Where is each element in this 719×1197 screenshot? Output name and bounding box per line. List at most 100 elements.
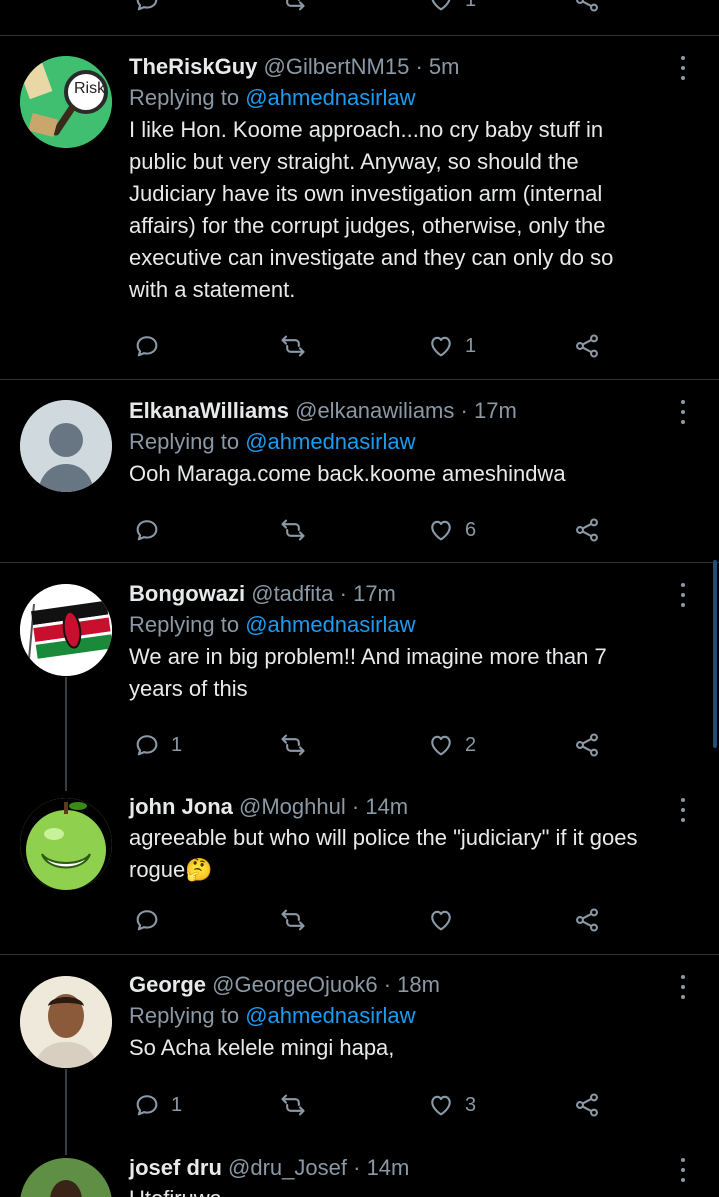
more-options-button[interactable]	[673, 56, 693, 80]
timestamp[interactable]: 5m	[429, 54, 460, 79]
share-button[interactable]	[573, 729, 601, 761]
retweet-icon	[279, 516, 307, 544]
retweet-button[interactable]	[279, 904, 307, 936]
partial-action-row: 1	[129, 0, 609, 16]
user-photo-icon	[20, 1158, 112, 1197]
tweet-text: agreeable but who will police the "judic…	[129, 825, 638, 882]
share-icon	[573, 332, 601, 360]
tweet-header: josef dru @dru_Josef · 14m	[129, 1155, 410, 1180]
share-icon	[573, 906, 601, 934]
tweet-header: George @GeorgeOjuok6 · 18m	[129, 972, 440, 997]
apple-avatar-icon	[20, 798, 112, 890]
user-handle[interactable]: @Moghhul	[239, 794, 346, 819]
share-button[interactable]	[573, 514, 601, 546]
reply-button[interactable]	[133, 904, 171, 936]
timestamp[interactable]: 14m	[365, 794, 408, 819]
like-button[interactable]: 3	[427, 1089, 476, 1121]
reply-button[interactable]: 1	[133, 1089, 182, 1121]
heart-icon	[427, 906, 455, 934]
like-button[interactable]: 6	[427, 514, 476, 546]
tweet[interactable]: Risk TheRiskGuy @GilbertNM15 · 5m Replyi…	[0, 36, 719, 379]
reply-button[interactable]	[133, 514, 171, 546]
scrollbar[interactable]	[713, 560, 717, 748]
reply-icon	[133, 906, 161, 934]
like-button[interactable]: 1	[427, 0, 476, 16]
reply-count: 1	[171, 733, 183, 756]
like-count: 6	[465, 518, 477, 541]
mention-link[interactable]: @ahmednasirlaw	[245, 429, 415, 454]
tweet[interactable]: josef dru @dru_Josef · 14m Utofiruwa	[0, 1140, 719, 1197]
display-name[interactable]: josef dru	[129, 1155, 222, 1180]
display-name[interactable]: George	[129, 972, 206, 997]
user-handle[interactable]: @elkanawiliams	[295, 398, 454, 423]
tweet-header: ElkanaWilliams @elkanawiliams · 17m	[129, 398, 517, 423]
tweet[interactable]: George @GeorgeOjuok6 · 18m Replying to @…	[0, 955, 719, 1155]
avatar[interactable]: Risk	[20, 56, 112, 148]
retweet-button[interactable]	[279, 0, 307, 16]
reply-button[interactable]	[133, 330, 171, 362]
tweet[interactable]: john Jona @Moghhul · 14m agreeable but w…	[0, 778, 719, 954]
more-options-button[interactable]	[673, 975, 693, 999]
display-name[interactable]: ElkanaWilliams	[129, 398, 289, 423]
tweet-text: Ooh Maraga.come back.koome ameshindwa	[129, 461, 566, 486]
action-row: 1	[129, 330, 609, 362]
tweet[interactable]: ElkanaWilliams @elkanawiliams · 17m Repl…	[0, 380, 719, 562]
tweet-header: Bongowazi @tadfita · 17m	[129, 581, 396, 606]
retweet-button[interactable]	[279, 330, 307, 362]
share-icon	[573, 1091, 601, 1119]
like-button[interactable]: 2	[427, 729, 476, 761]
like-button[interactable]: 1	[427, 330, 476, 362]
avatar[interactable]	[20, 798, 112, 890]
like-button[interactable]	[427, 904, 465, 936]
timestamp[interactable]: 14m	[367, 1155, 410, 1180]
mention-link[interactable]: @ahmednasirlaw	[245, 1003, 415, 1028]
share-icon	[573, 516, 601, 544]
reply-button[interactable]: 1	[133, 729, 182, 761]
tweet[interactable]: Bongowazi @tadfita · 17m Replying to @ah…	[0, 563, 719, 791]
retweet-icon	[279, 906, 307, 934]
display-name[interactable]: Bongowazi	[129, 581, 245, 606]
retweet-button[interactable]	[279, 1089, 307, 1121]
retweet-icon	[279, 332, 307, 360]
user-handle[interactable]: @dru_Josef	[228, 1155, 347, 1180]
heart-icon	[427, 1091, 455, 1119]
mention-link[interactable]: @ahmednasirlaw	[245, 612, 415, 637]
display-name[interactable]: john Jona	[129, 794, 233, 819]
retweet-icon	[279, 731, 307, 759]
reply-button[interactable]	[133, 0, 161, 16]
more-options-button[interactable]	[673, 583, 693, 607]
user-handle[interactable]: @tadfita	[251, 581, 333, 606]
retweet-button[interactable]	[279, 729, 307, 761]
share-button[interactable]	[573, 330, 601, 362]
reply-icon	[133, 516, 161, 544]
avatar[interactable]	[20, 400, 112, 492]
avatar[interactable]	[20, 1158, 112, 1197]
more-options-button[interactable]	[673, 798, 693, 822]
tweet-text: So Acha kelele mingi hapa,	[129, 1035, 395, 1060]
share-button[interactable]	[573, 1089, 601, 1121]
share-icon	[573, 0, 601, 14]
like-count: 1	[465, 0, 476, 12]
timestamp[interactable]: 17m	[474, 398, 517, 423]
like-count: 3	[465, 1093, 477, 1116]
more-options-button[interactable]	[673, 1158, 693, 1182]
tweet-text: We are in big problem!! And imagine more…	[129, 644, 607, 701]
like-count: 2	[465, 733, 477, 756]
user-handle[interactable]: @GilbertNM15	[264, 54, 410, 79]
avatar[interactable]	[20, 976, 112, 1068]
more-options-button[interactable]	[673, 400, 693, 424]
display-name[interactable]: TheRiskGuy	[129, 54, 257, 79]
share-button[interactable]	[573, 0, 601, 16]
mention-link[interactable]: @ahmednasirlaw	[245, 85, 415, 110]
timestamp[interactable]: 17m	[353, 581, 396, 606]
like-count: 1	[465, 334, 477, 357]
heart-icon	[427, 516, 455, 544]
kenya-flag-icon	[20, 584, 112, 676]
avatar[interactable]	[20, 584, 112, 676]
replying-to: Replying to @ahmednasirlaw	[129, 429, 416, 454]
share-button[interactable]	[573, 904, 601, 936]
action-row	[129, 904, 609, 936]
retweet-button[interactable]	[279, 514, 307, 546]
timestamp[interactable]: 18m	[397, 972, 440, 997]
user-handle[interactable]: @GeorgeOjuok6	[212, 972, 377, 997]
